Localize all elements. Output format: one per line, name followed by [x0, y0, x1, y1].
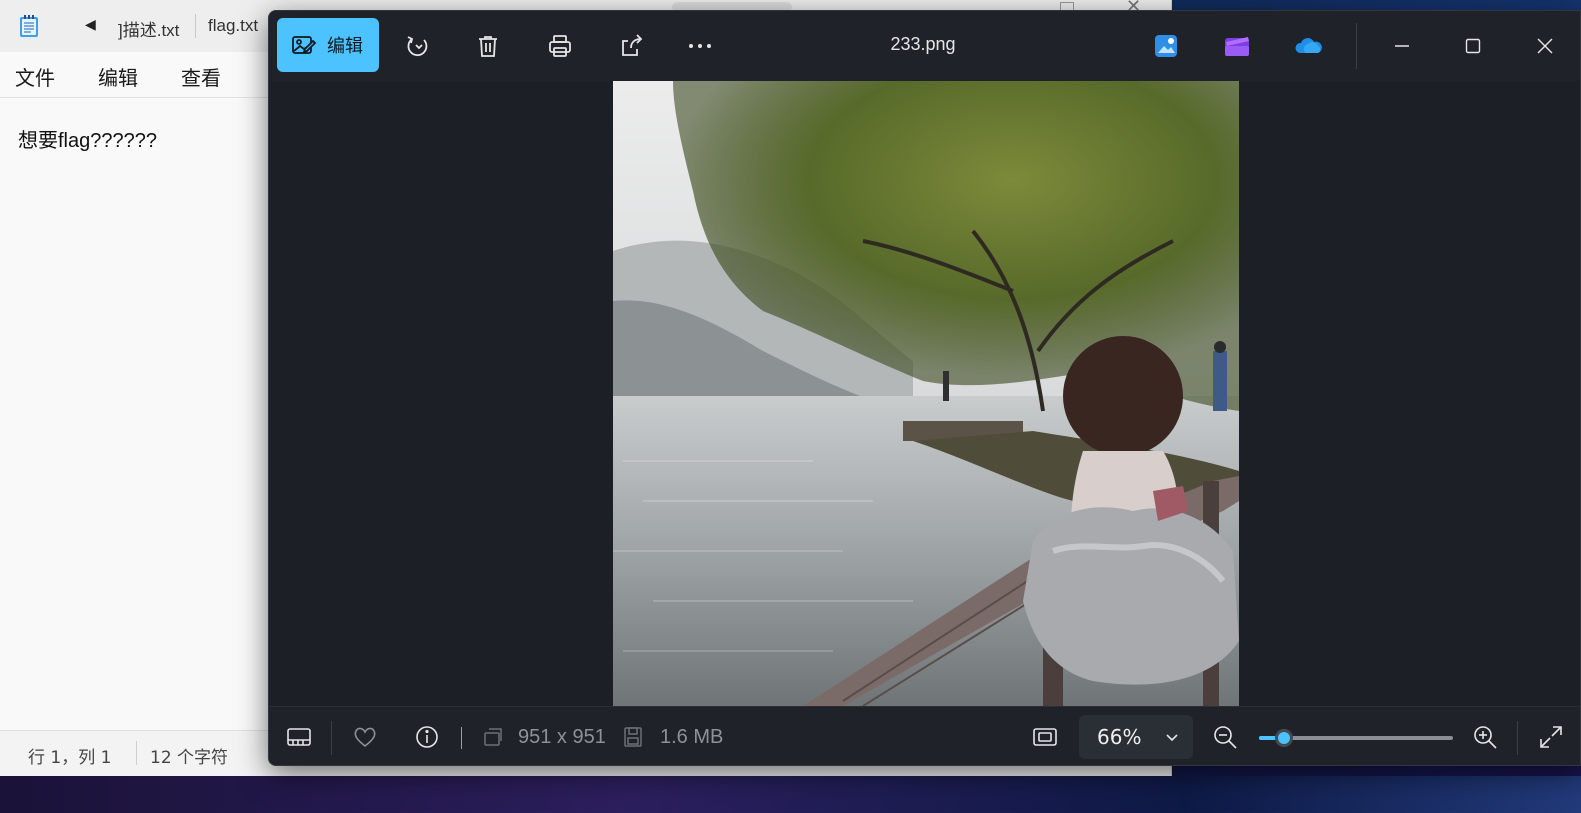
file-size: 1.6 MB	[660, 726, 724, 748]
zoom-slider-thumb[interactable]	[1275, 729, 1293, 747]
notepad-text-content[interactable]: 想要flag??????	[18, 124, 157, 153]
filmstrip-icon	[287, 728, 311, 746]
zoom-in-icon	[1474, 726, 1497, 749]
fit-to-window-button[interactable]	[1031, 723, 1059, 751]
info-button[interactable]	[413, 723, 441, 751]
delete-icon	[479, 36, 497, 57]
displayed-photo[interactable]	[613, 81, 1239, 706]
cursor-position: 行 1，列 1	[28, 748, 112, 768]
fullscreen-icon	[1540, 726, 1562, 748]
heart-icon	[354, 727, 376, 748]
zoom-in-button[interactable]	[1471, 723, 1499, 751]
status-divider	[136, 741, 137, 765]
clipchamp-icon	[1225, 37, 1249, 56]
minimize-button[interactable]	[1385, 29, 1419, 63]
toolbar-divider	[1356, 23, 1357, 69]
tab-scroll-left-icon[interactable]: ◀	[85, 17, 96, 33]
tab-description[interactable]: ]描述.txt	[118, 16, 179, 41]
notepad-app-icon	[20, 15, 38, 37]
info-icon	[416, 726, 438, 748]
favorite-button[interactable]	[351, 723, 379, 751]
edit-button[interactable]: 编辑	[277, 18, 379, 72]
maximize-icon	[1465, 38, 1481, 54]
tab-divider	[195, 14, 196, 38]
viewer-bottombar: 951 x 951 1.6 MB 66%	[269, 706, 1580, 765]
delete-button[interactable]	[473, 31, 503, 61]
zoom-divider	[1517, 721, 1518, 755]
image-file-name: 233.png	[890, 34, 956, 54]
zoom-out-button[interactable]	[1211, 723, 1239, 751]
photos-app-icon	[1155, 35, 1177, 57]
image-dimensions: 951 x 951	[518, 726, 606, 748]
menu-file[interactable]: 文件	[15, 62, 55, 91]
share-icon	[622, 34, 643, 56]
chevron-down-icon	[1166, 734, 1178, 742]
photos-viewer-window: 编辑 233.png 951 x 951 1.6 MB 66%	[268, 10, 1581, 766]
menu-view[interactable]: 查看	[181, 62, 221, 91]
edit-label: 编辑	[327, 36, 363, 57]
fullscreen-button[interactable]	[1537, 723, 1565, 751]
info-divider	[461, 727, 462, 749]
maximize-button[interactable]	[1456, 29, 1490, 63]
zoom-level-value: 66%	[1097, 725, 1142, 749]
rotate-icon	[407, 36, 428, 57]
image-dimensions-icon	[484, 728, 502, 746]
print-button[interactable]	[545, 31, 575, 61]
file-size-icon	[624, 727, 642, 747]
close-icon	[1537, 38, 1553, 54]
photos-app-button[interactable]	[1151, 31, 1181, 61]
zoom-out-icon	[1214, 726, 1237, 749]
menu-edit[interactable]: 编辑	[98, 62, 138, 91]
more-options-button[interactable]	[685, 31, 715, 61]
print-icon	[549, 35, 571, 57]
taskbar-area	[0, 776, 1581, 813]
dimensions-icon-wrap	[479, 723, 507, 751]
character-count: 12 个字符	[150, 748, 229, 768]
bottombar-divider	[331, 721, 332, 755]
more-icon	[689, 44, 711, 48]
onedrive-button[interactable]	[1294, 31, 1324, 61]
minimize-icon	[1395, 45, 1409, 47]
clipchamp-button[interactable]	[1222, 31, 1252, 61]
onedrive-icon	[1295, 38, 1322, 53]
filmstrip-button[interactable]	[285, 723, 313, 751]
zoom-level-select[interactable]: 66%	[1079, 715, 1193, 759]
edit-icon	[292, 36, 317, 54]
filesize-icon-wrap	[619, 723, 647, 751]
share-button[interactable]	[616, 31, 646, 61]
tab-flag[interactable]: flag.txt	[208, 16, 258, 36]
close-button[interactable]	[1528, 29, 1562, 63]
fit-to-window-icon	[1033, 728, 1057, 746]
rotate-button[interactable]	[403, 31, 433, 61]
zoom-slider[interactable]	[1259, 729, 1453, 747]
viewer-toolbar: 编辑 233.png	[269, 11, 1580, 81]
image-canvas[interactable]	[269, 81, 1580, 706]
